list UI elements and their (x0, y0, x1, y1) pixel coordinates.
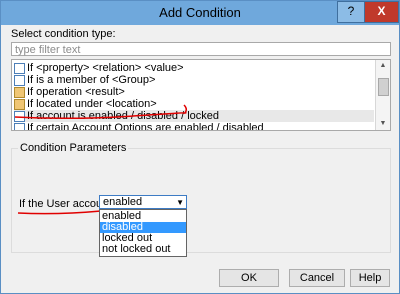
red-annotation-underline-item (14, 104, 188, 120)
grid-icon (14, 63, 25, 74)
scroll-thumb[interactable] (378, 78, 389, 96)
cancel-button[interactable]: Cancel (289, 269, 345, 287)
condition-item-label: If certain Account Options are enabled /… (27, 122, 264, 131)
condition-item-label: If is a member of <Group> (27, 74, 156, 86)
title-bar: Add Condition ? X (1, 1, 399, 25)
scroll-down-icon[interactable]: ▼ (376, 118, 390, 130)
group-title: Condition Parameters (18, 142, 129, 154)
grid-icon (14, 75, 25, 86)
add-condition-dialog: Add Condition ? X Select condition type:… (0, 0, 400, 294)
dialog-client-area: Select condition type: If <property> <re… (7, 25, 393, 287)
chevron-down-icon[interactable]: ▼ (176, 196, 184, 209)
option-not-locked-out[interactable]: not locked out (100, 244, 186, 255)
select-value: enabled (103, 196, 143, 208)
condition-item-label: If operation <result> (27, 86, 125, 98)
title-help-button[interactable]: ? (337, 1, 365, 23)
help-button[interactable]: Help (350, 269, 390, 287)
close-button[interactable]: X (364, 1, 399, 23)
condition-item-label: If <property> <relation> <value> (27, 62, 184, 74)
scroll-up-icon[interactable]: ▲ (376, 60, 390, 72)
condition-item-account-options[interactable]: If certain Account Options are enabled /… (14, 122, 374, 131)
condition-item-operation-result[interactable]: If operation <result> (14, 86, 374, 98)
account-state-select[interactable]: enabled ▼ (99, 195, 187, 209)
account-state-dropdown: enabled disabled locked out not locked o… (99, 209, 187, 257)
condition-item-property-relation[interactable]: If <property> <relation> <value> (14, 62, 374, 74)
red-annotation-underline-label (17, 210, 102, 215)
folder-icon (14, 87, 25, 98)
filter-input[interactable] (15, 44, 390, 56)
condition-item-member-of-group[interactable]: If is a member of <Group> (14, 74, 374, 86)
filter-field[interactable] (11, 42, 391, 56)
grid-icon (14, 123, 25, 130)
list-scrollbar[interactable]: ▲ ▼ (375, 60, 390, 130)
condition-type-label: Select condition type: (11, 28, 116, 40)
ok-button[interactable]: OK (219, 269, 279, 287)
